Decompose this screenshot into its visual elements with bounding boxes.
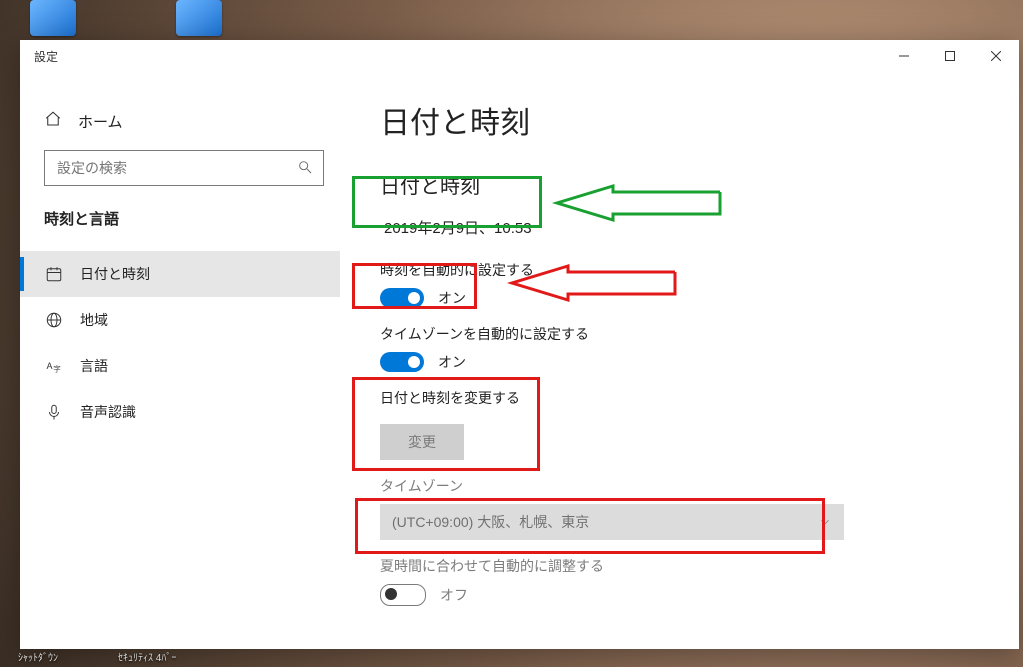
- svg-text:A: A: [47, 361, 53, 371]
- desktop-icon[interactable]: [30, 0, 76, 36]
- sidebar-item-label: 日付と時刻: [80, 264, 150, 284]
- dst-state: オフ: [440, 585, 468, 605]
- window-title: 設定: [34, 48, 58, 65]
- sidebar-item-region[interactable]: 地域: [20, 297, 340, 343]
- search-icon: [297, 159, 313, 178]
- settings-window: 設定 ホーム 時刻と言語: [20, 40, 1019, 649]
- date-time-icon: [44, 264, 64, 284]
- desktop-icon[interactable]: [176, 0, 222, 36]
- auto-time-toggle[interactable]: [380, 288, 424, 308]
- home-icon: [44, 110, 62, 132]
- minimize-button[interactable]: [881, 40, 927, 72]
- page-title: 日付と時刻: [380, 98, 979, 142]
- maximize-button[interactable]: [927, 40, 973, 72]
- sidebar-item-label: 音声認識: [80, 402, 136, 422]
- sidebar-item-speech[interactable]: 音声認識: [20, 389, 340, 435]
- desktop-icon-label: ｼｬｯﾄﾀﾞｳﾝ: [18, 649, 58, 667]
- timezone-dropdown: (UTC+09:00) 大阪、札幌、東京: [380, 504, 844, 540]
- auto-tz-toggle[interactable]: [380, 352, 424, 372]
- sidebar-item-label: 言語: [80, 356, 108, 376]
- auto-tz-state: オン: [438, 352, 466, 372]
- home-link[interactable]: ホーム: [20, 102, 340, 150]
- sidebar-item-language[interactable]: A字 言語: [20, 343, 340, 389]
- search-input[interactable]: [55, 159, 297, 177]
- timezone-value: (UTC+09:00) 大阪、札幌、東京: [392, 512, 589, 532]
- auto-time-state: オン: [438, 288, 466, 308]
- close-button[interactable]: [973, 40, 1019, 72]
- timezone-label: タイムゾーン: [380, 476, 979, 496]
- dst-toggle: [380, 584, 426, 606]
- content-pane: 日付と時刻 日付と時刻 2019年2月9日、10:53 時刻を自動的に設定する …: [340, 72, 1019, 649]
- desktop-icons-bottom: ｼｬｯﾄﾀﾞｳﾝ ｾｷｭﾘﾃｨｽ 4ﾊﾟｰ: [0, 649, 1023, 667]
- sidebar-section-header: 時刻と言語: [20, 208, 340, 251]
- search-input-wrapper[interactable]: [44, 150, 324, 186]
- change-datetime-label: 日付と時刻を変更する: [380, 388, 979, 408]
- sidebar-item-label: 地域: [80, 310, 108, 330]
- section-header-datetime: 日付と時刻: [380, 170, 979, 199]
- sidebar: ホーム 時刻と言語 日付と時刻 地域: [20, 72, 340, 649]
- auto-tz-label: タイムゾーンを自動的に設定する: [380, 324, 979, 344]
- change-datetime-button: 変更: [380, 424, 464, 460]
- desktop-icon-label: ｾｷｭﾘﾃｨｽ 4ﾊﾟｰ: [118, 649, 176, 667]
- language-icon: A字: [44, 356, 64, 376]
- home-label: ホーム: [78, 111, 123, 132]
- auto-time-label: 時刻を自動的に設定する: [380, 260, 979, 280]
- svg-text:字: 字: [53, 363, 61, 373]
- sidebar-item-date-time[interactable]: 日付と時刻: [20, 251, 340, 297]
- chevron-down-icon: [818, 515, 832, 529]
- current-datetime: 2019年2月9日、10:53: [380, 211, 979, 244]
- microphone-icon: [44, 402, 64, 422]
- titlebar: 設定: [20, 40, 1019, 72]
- desktop-icons-top: [0, 0, 1023, 40]
- dst-label: 夏時間に合わせて自動的に調整する: [380, 556, 979, 576]
- globe-icon: [44, 310, 64, 330]
